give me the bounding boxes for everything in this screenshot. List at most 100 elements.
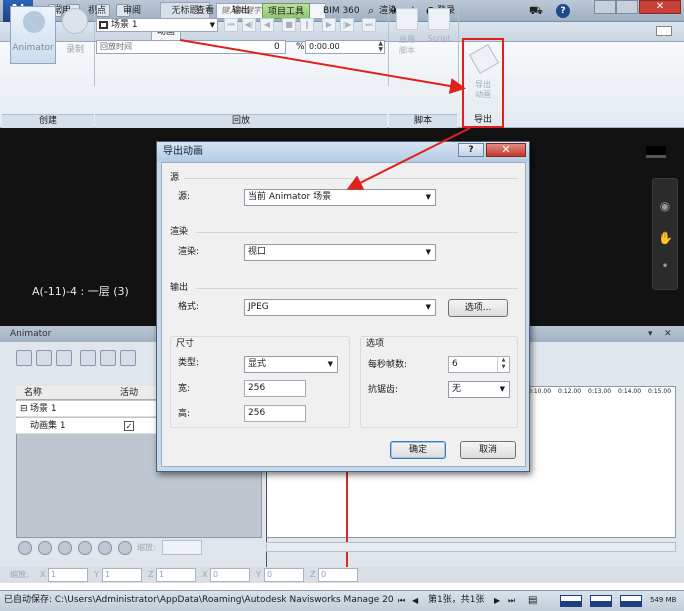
- fps-spinner[interactable]: ▲ ▼: [497, 357, 509, 372]
- animation-set-name: 动画集 1: [30, 421, 66, 431]
- size-type-select[interactable]: 显式 ▼: [244, 356, 338, 373]
- timeline-start-line: [266, 470, 267, 568]
- format-select[interactable]: JPEG ▼: [244, 299, 436, 316]
- scene-select[interactable]: 场景 1 ▼: [96, 18, 218, 32]
- x-scale-input[interactable]: 1: [48, 568, 88, 582]
- panel-close-icon[interactable]: ✕: [664, 326, 672, 342]
- ok-button[interactable]: 确定: [390, 441, 446, 459]
- animator-button[interactable]: Animator: [10, 6, 56, 64]
- source-select[interactable]: 当前 Animator 场景 ▼: [244, 189, 436, 206]
- tab-bim360[interactable]: BIM 360: [318, 3, 365, 19]
- height-input[interactable]: 256: [244, 405, 306, 422]
- zoom-label: 缩放:: [137, 543, 156, 552]
- web-server-icon: [620, 595, 642, 607]
- group-playback-label: 回放: [95, 114, 387, 128]
- stop-button[interactable]: ■: [282, 18, 296, 32]
- record-button[interactable]: 录制: [60, 6, 90, 64]
- z2-label: Z: [310, 570, 316, 579]
- move-up-icon[interactable]: [58, 541, 72, 555]
- tab-project-tools[interactable]: 项目工具: [262, 3, 311, 19]
- scene-select-value: 场景 1: [111, 20, 138, 30]
- tab-review[interactable]: 审阅: [118, 3, 146, 19]
- enable-script-button[interactable]: 启用 脚本: [392, 6, 422, 66]
- move-down-icon[interactable]: [78, 541, 92, 555]
- capture-keyframe-icon[interactable]: [36, 350, 52, 366]
- enable-script-label: 启用 脚本: [399, 35, 415, 55]
- timeline-tick-label: 0:12.00: [558, 388, 582, 395]
- antialias-label: 抗锯齿:: [368, 385, 399, 395]
- playback-slider[interactable]: 回放时间: [96, 40, 286, 54]
- add-icon[interactable]: [18, 541, 32, 555]
- export-animation-icon: [468, 43, 500, 75]
- playback-time-input[interactable]: 0:00.00 ▲ ▼: [305, 40, 385, 54]
- format-options-button[interactable]: 选项...: [448, 299, 508, 317]
- source-section-label: 源: [170, 173, 180, 183]
- zoom-input[interactable]: [162, 540, 202, 555]
- panel-options-icon[interactable]: [656, 26, 672, 36]
- help-icon[interactable]: ?: [556, 4, 570, 18]
- back-page-icon[interactable]: ◀: [412, 591, 418, 610]
- sheet-browser-icon[interactable]: ▤: [528, 591, 537, 610]
- rotate-icon[interactable]: [80, 350, 96, 366]
- timeline-tick-label: 0:10.00: [528, 388, 552, 395]
- x-offset-input[interactable]: 0: [210, 568, 250, 582]
- pause-button[interactable]: ‖: [300, 18, 314, 32]
- dialog-help-button[interactable]: ?: [458, 143, 484, 157]
- z-offset-input[interactable]: 0: [318, 568, 358, 582]
- zoom-in-icon[interactable]: [98, 541, 112, 555]
- fps-input[interactable]: 6 ▲ ▼: [448, 356, 510, 373]
- fast-forward-button[interactable]: ⏭: [362, 18, 376, 32]
- width-input[interactable]: 256: [244, 380, 306, 397]
- pan-hand-icon[interactable]: ✋: [658, 231, 673, 245]
- last-page-icon[interactable]: ⏭: [508, 591, 515, 610]
- play-reverse-button[interactable]: ◀: [260, 18, 274, 32]
- prev-page-icon[interactable]: ⏮: [398, 591, 405, 610]
- next-page-icon[interactable]: ▶: [494, 591, 500, 610]
- width-label: 宽:: [178, 384, 191, 394]
- delete-icon[interactable]: [38, 541, 52, 555]
- script-scroll-icon: [396, 8, 418, 30]
- scene-icon: [99, 21, 108, 29]
- timeline-playhead[interactable]: [346, 470, 348, 568]
- step-back-button[interactable]: ◀|: [242, 18, 256, 32]
- ribbon-separator: [388, 2, 389, 86]
- steering-wheel-icon[interactable]: ◉: [658, 199, 672, 213]
- timeline-tick-label: 0:13.00: [588, 388, 612, 395]
- panel-pin-icon[interactable]: ▾: [648, 326, 653, 342]
- dialog-close-button[interactable]: ✕: [486, 143, 526, 157]
- color-icon[interactable]: [120, 350, 136, 366]
- minimize-button[interactable]: [594, 0, 616, 14]
- expand-collapse-icon[interactable]: ⊟: [20, 401, 28, 417]
- exchange-cart-icon[interactable]: ⛟: [529, 3, 543, 19]
- scale-icon[interactable]: [100, 350, 116, 366]
- format-label: 格式:: [178, 302, 200, 312]
- y-scale-input[interactable]: 1: [102, 568, 142, 582]
- add-scene-icon[interactable]: [16, 350, 32, 366]
- render-section-label: 渲染: [170, 227, 189, 237]
- translate-icon[interactable]: [56, 350, 72, 366]
- time-spinner[interactable]: ▲ ▼: [378, 41, 383, 53]
- cancel-button[interactable]: 取消: [460, 441, 516, 459]
- timeline-scrollbar[interactable]: [266, 542, 676, 552]
- status-bar: 已自动保存: C:\Users\Administrator\AppData\Ro…: [0, 590, 684, 611]
- x2-label: X: [202, 570, 208, 579]
- group-export-label: 导出: [473, 115, 492, 125]
- rewind-button[interactable]: ⏮: [224, 18, 238, 32]
- active-checkbox[interactable]: ✓: [124, 421, 134, 431]
- antialias-select[interactable]: 无 ▼: [448, 381, 510, 398]
- maximize-button[interactable]: [616, 0, 638, 14]
- orbit-dot-icon[interactable]: •: [658, 259, 672, 273]
- scripter-button[interactable]: Script: [424, 6, 454, 66]
- tab-view[interactable]: 查看: [191, 3, 219, 19]
- tab-output[interactable]: 输出: [227, 3, 255, 19]
- autosave-status: 已自动保存: C:\Users\Administrator\AppData\Ro…: [4, 595, 394, 605]
- viewcube-home-icon[interactable]: [646, 146, 666, 158]
- zoom-out-icon[interactable]: [118, 541, 132, 555]
- render-select[interactable]: 视口 ▼: [244, 244, 436, 261]
- y-offset-input[interactable]: 0: [264, 568, 304, 582]
- window-close-button[interactable]: ✕: [639, 0, 681, 14]
- play-button[interactable]: ▶: [322, 18, 336, 32]
- z-scale-input[interactable]: 1: [156, 568, 196, 582]
- step-forward-button[interactable]: |▶: [340, 18, 354, 32]
- memory-usage: 549 MB: [650, 596, 677, 604]
